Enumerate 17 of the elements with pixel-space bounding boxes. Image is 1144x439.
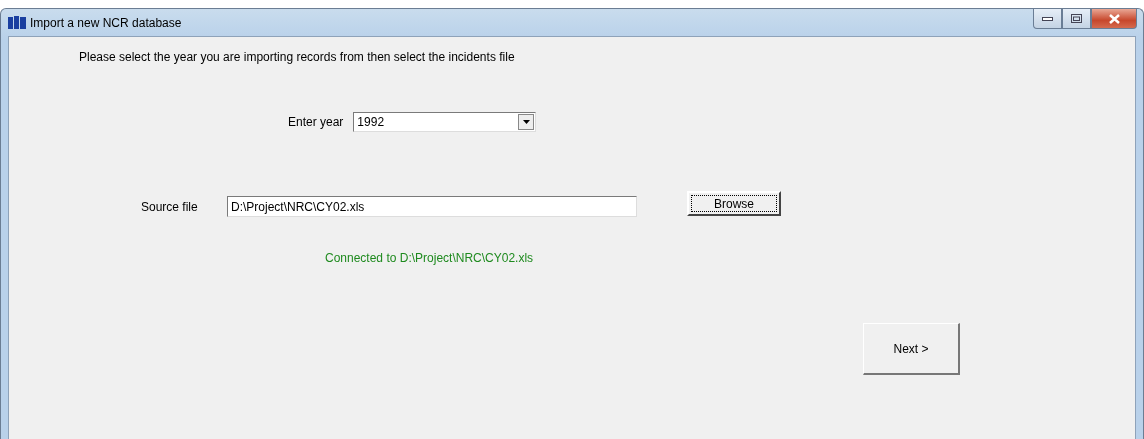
window-title: Import a new NCR database: [30, 15, 183, 30]
close-icon: [1108, 13, 1120, 24]
source-file-field[interactable]: D:\Project\NRC\CY02.xls: [227, 196, 637, 217]
year-label: Enter year: [288, 115, 344, 129]
source-file-label: Source file: [141, 199, 199, 214]
instruction-text: Please select the year you are importing records from then select the incidents file: [79, 50, 516, 64]
maximize-icon: [1071, 14, 1082, 23]
app-icon: [8, 15, 26, 30]
minimize-icon: [1042, 16, 1053, 21]
minimize-button[interactable]: [1033, 9, 1062, 29]
dropdown-arrow-icon: [522, 120, 530, 124]
next-button[interactable]: Next >: [863, 323, 960, 375]
maximize-button[interactable]: [1062, 9, 1091, 29]
browse-button[interactable]: Browse: [687, 191, 781, 216]
year-dropdown[interactable]: 1992: [353, 112, 537, 132]
close-button[interactable]: [1091, 9, 1137, 29]
connection-status: Connected to D:\Project\NRC\CY02.xls: [325, 251, 535, 265]
